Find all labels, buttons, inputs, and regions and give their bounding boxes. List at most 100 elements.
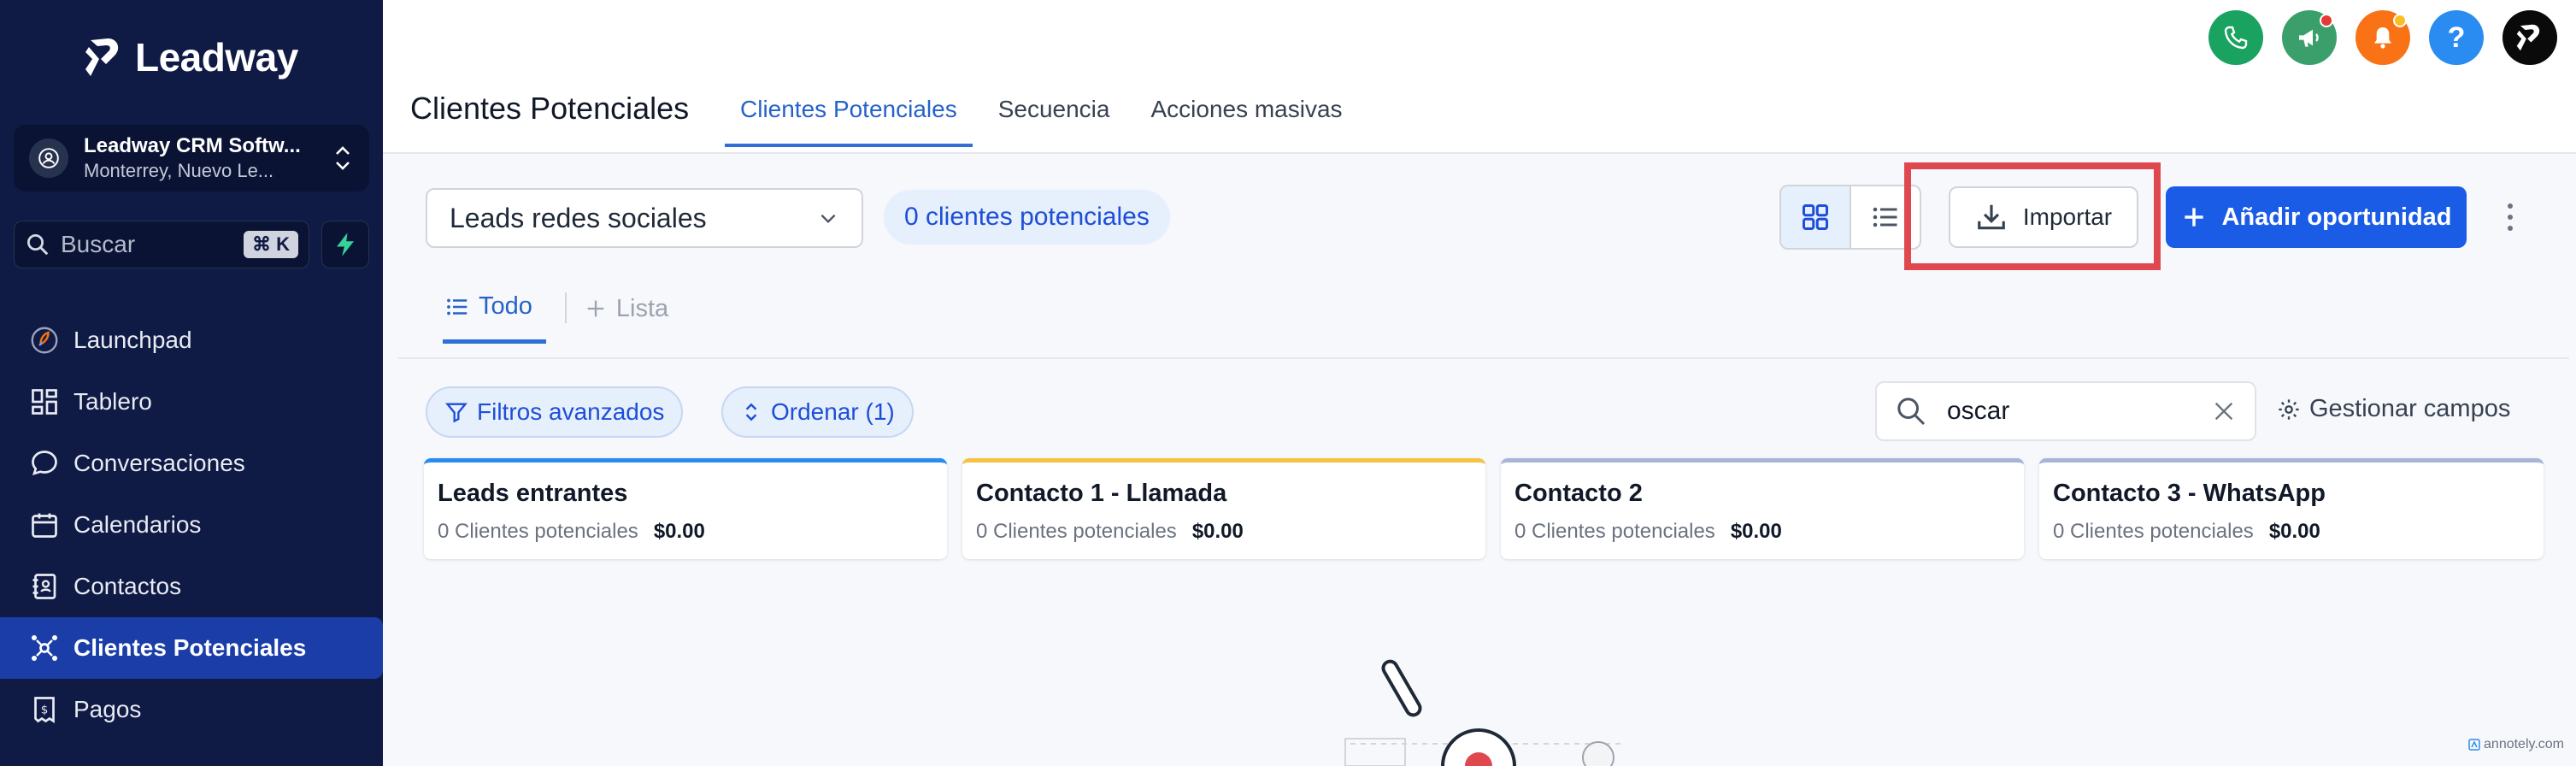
watermark-text: annotely.com <box>2484 737 2564 751</box>
account-switcher[interactable]: Leadway CRM Softw... Monterrey, Nuevo Le… <box>14 125 369 192</box>
leads-count-badge: 0 clientes potenciales <box>884 190 1170 245</box>
search-icon <box>27 234 49 256</box>
sidebar-search[interactable]: Buscar ⌘ K <box>14 221 309 268</box>
plus-icon <box>2185 208 2204 227</box>
stage-amount: $0.00 <box>653 520 705 543</box>
logo[interactable]: Leadway <box>82 34 298 80</box>
stage-count: 0 Clientes potenciales <box>438 520 638 543</box>
phone-button[interactable] <box>2208 10 2263 65</box>
sidebar-item-label: Calendarios <box>74 511 202 538</box>
header-tabs: Clientes Potenciales Secuencia Acciones … <box>725 82 1368 147</box>
announcements-button[interactable] <box>2282 10 2337 65</box>
quick-action-button[interactable] <box>321 221 369 268</box>
stage-column-leads-entrantes[interactable]: Leads entrantes 0 Clientes potenciales $0… <box>424 458 947 559</box>
search-icon <box>1897 398 1926 426</box>
account-name: Leadway CRM Softw... <box>84 134 301 158</box>
calendar-icon <box>32 513 57 538</box>
sidebar-item-label: Pagos <box>74 696 142 722</box>
subtab-label: Lista <box>615 294 669 322</box>
stage-count: 0 Clientes potenciales <box>2053 520 2254 543</box>
annotation-highlight-box <box>1904 162 2161 270</box>
plus-icon <box>587 300 604 317</box>
chevron-updown-icon <box>336 146 350 170</box>
gear-icon <box>2279 398 2299 420</box>
stage-count: 0 Clientes potenciales <box>976 520 1177 543</box>
tab-clientes-potenciales[interactable]: Clientes Potenciales <box>725 82 973 147</box>
sidebar-item-label: Conversaciones <box>74 450 245 476</box>
empty-state-illustration <box>1344 659 1624 766</box>
bell-icon <box>2374 27 2391 49</box>
stage-amount: $0.00 <box>2268 520 2320 543</box>
logo-text: Leadway <box>135 35 298 80</box>
sidebar: Leadway Leadway CRM Softw... Monterrey, … <box>0 0 383 766</box>
sort-icon <box>745 403 757 421</box>
divider <box>564 292 567 323</box>
pipeline-select[interactable]: Leads redes sociales <box>426 188 863 248</box>
chevron-down-icon <box>820 214 836 224</box>
sidebar-item-clientes-potenciales[interactable]: Clientes Potenciales <box>0 617 383 679</box>
tab-secuencia[interactable]: Secuencia <box>983 82 1126 147</box>
stage-column-contacto-2[interactable]: Contacto 2 0 Clientes potenciales $0.00 <box>1501 458 2024 559</box>
stage-amount: $0.00 <box>1191 520 1244 543</box>
filter-icon <box>445 403 468 423</box>
sort-button[interactable]: Ordenar (1) <box>721 386 914 438</box>
subtab-add-list[interactable]: Lista <box>582 285 670 342</box>
sidebar-item-contactos[interactable]: Contactos <box>0 556 383 617</box>
sidebar-nav: Launchpad Tablero Conversaciones Calenda… <box>0 309 383 740</box>
notifications-button[interactable] <box>2355 10 2410 65</box>
list-icon <box>1873 207 1897 227</box>
pipeline-icon <box>32 635 57 661</box>
close-icon[interactable] <box>2210 398 2238 425</box>
bolt-icon <box>337 233 354 256</box>
contacts-icon <box>32 574 56 599</box>
list-icon <box>447 298 468 315</box>
notification-dot <box>2320 14 2333 27</box>
sidebar-item-calendarios[interactable]: Calendarios <box>0 494 383 556</box>
subtab-label: Todo <box>479 292 532 320</box>
manage-fields-button[interactable]: Gestionar campos <box>2277 395 2510 423</box>
leads-search-input[interactable]: oscar <box>1875 381 2256 441</box>
sidebar-item-tablero[interactable]: Tablero <box>0 371 383 433</box>
more-options-button[interactable] <box>2497 197 2523 238</box>
more-vertical-icon <box>2508 203 2513 231</box>
help-button[interactable]: ? <box>2429 10 2484 65</box>
page-title: Clientes Potenciales <box>410 91 690 126</box>
payments-icon: $ <box>34 697 55 724</box>
stage-column-contacto-1[interactable]: Contacto 1 - Llamada 0 Clientes potencia… <box>962 458 1485 559</box>
svg-text:$: $ <box>41 704 49 717</box>
advanced-filters-button[interactable]: Filtros avanzados <box>426 386 684 438</box>
pipeline-select-value: Leads redes sociales <box>450 202 707 233</box>
account-location: Monterrey, Nuevo Le... <box>84 160 274 182</box>
stage-amount: $0.00 <box>1730 520 1782 543</box>
leadway-logo-icon <box>85 38 119 76</box>
add-opportunity-button[interactable]: Añadir oportunidad <box>2166 186 2467 248</box>
add-opportunity-label: Añadir oportunidad <box>2221 203 2452 231</box>
sidebar-item-label: Tablero <box>74 388 152 415</box>
manage-fields-label: Gestionar campos <box>2309 395 2511 422</box>
sidebar-item-launchpad[interactable]: Launchpad <box>0 309 383 371</box>
stage-count: 0 Clientes potenciales <box>1514 520 1715 543</box>
profile-button[interactable] <box>2502 10 2557 65</box>
grid-icon <box>1803 204 1828 230</box>
help-icon: ? <box>2447 21 2466 54</box>
account-avatar <box>29 138 68 178</box>
sidebar-item-label: Clientes Potenciales <box>74 634 307 661</box>
tab-acciones-masivas[interactable]: Acciones masivas <box>1135 82 1357 147</box>
notification-dot <box>2393 14 2407 27</box>
stage-column-contacto-3[interactable]: Contacto 3 - WhatsApp 0 Clientes potenci… <box>2039 458 2544 559</box>
header-icons: ? <box>2208 10 2557 65</box>
stage-title: Contacto 1 - Llamada <box>976 480 1227 507</box>
sidebar-item-conversaciones[interactable]: Conversaciones <box>0 433 383 494</box>
brand-icon <box>2516 24 2540 51</box>
top-header: Clientes Potenciales Clientes Potenciale… <box>383 0 2576 154</box>
view-subtabs: Todo Lista <box>443 282 689 344</box>
phone-icon <box>2224 26 2248 50</box>
search-value: oscar <box>1947 397 2010 425</box>
view-toggle <box>1779 185 1921 250</box>
search-placeholder: Buscar <box>61 231 136 257</box>
subtab-todo[interactable]: Todo <box>443 282 546 344</box>
board-view-button[interactable] <box>1781 186 1851 248</box>
megaphone-icon <box>2299 29 2319 47</box>
sidebar-item-pagos[interactable]: $ Pagos <box>0 679 383 740</box>
dashboard-icon <box>32 389 57 415</box>
